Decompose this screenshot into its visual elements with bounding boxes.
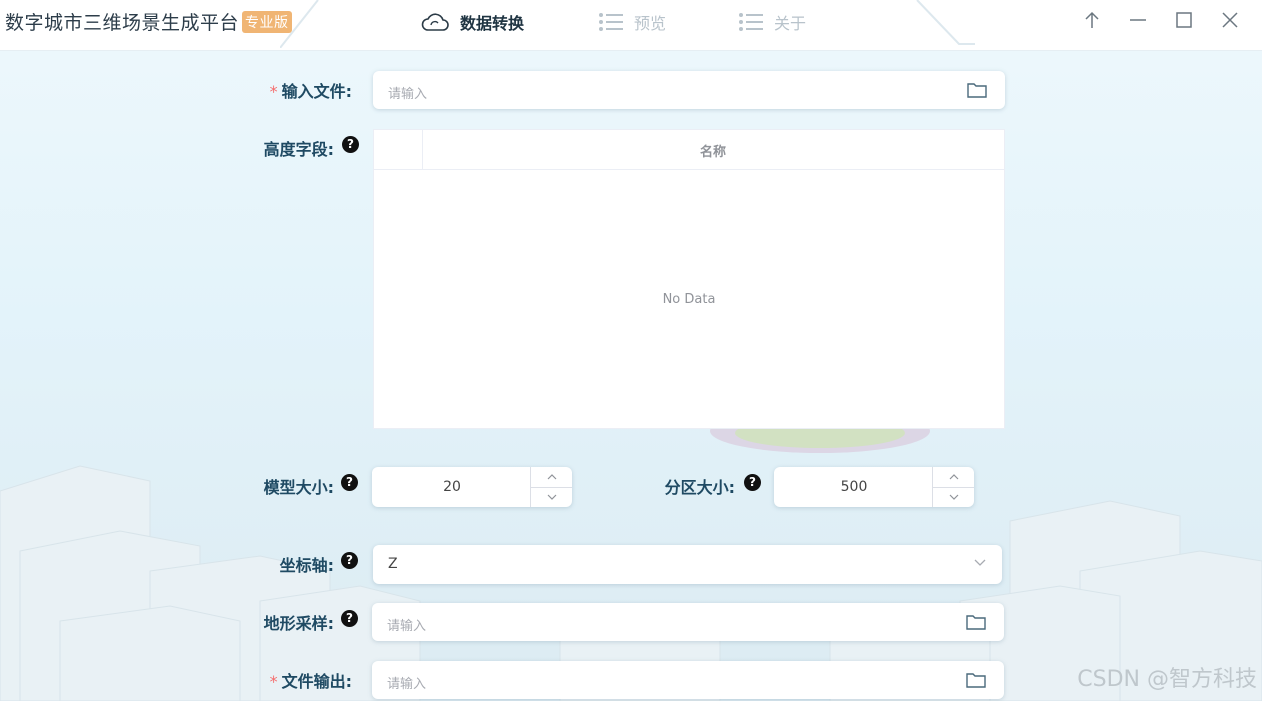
input-file-label-text: 输入文件: xyxy=(281,82,352,101)
chevron-up-icon xyxy=(547,474,556,480)
table-header: 名称 xyxy=(374,130,1004,170)
tab-label: 关于 xyxy=(774,14,807,33)
table-empty-text: No Data xyxy=(662,292,716,307)
list-icon xyxy=(739,13,763,31)
help-icon[interactable]: ? xyxy=(341,552,358,569)
file-output-label-text: 文件输出: xyxy=(281,672,352,691)
chevron-down-icon xyxy=(949,494,958,500)
axis-select[interactable]: Z xyxy=(373,545,1002,584)
app-title-text: 数字城市三维场景生成平台 xyxy=(5,12,240,34)
increase-button[interactable] xyxy=(933,467,974,488)
terrain-sampling-field[interactable]: 请输入 xyxy=(372,603,1004,641)
arrow-up-icon[interactable] xyxy=(1082,10,1102,30)
model-size-stepper[interactable]: 20 xyxy=(372,467,572,507)
tab-preview[interactable]: 预览 xyxy=(598,10,666,34)
maximize-icon[interactable] xyxy=(1174,10,1194,30)
title-bar: 数字城市三维场景生成平台 专业版 数据转换 预览 关于 xyxy=(0,0,1262,51)
help-icon[interactable]: ? xyxy=(341,610,358,627)
table-column-name: 名称 xyxy=(699,145,726,160)
stepper-controls xyxy=(932,467,974,507)
increase-button[interactable] xyxy=(531,467,572,488)
input-file-label: * 输入文件: xyxy=(212,78,352,102)
tab-strip-right-edge xyxy=(916,0,975,45)
model-size-value: 20 xyxy=(443,479,461,495)
close-icon[interactable] xyxy=(1220,10,1240,30)
help-icon[interactable]: ? xyxy=(341,474,358,491)
tab-about[interactable]: 关于 xyxy=(738,10,806,34)
terrain-sampling-placeholder: 请输入 xyxy=(387,619,427,634)
chevron-down-icon xyxy=(974,559,986,566)
help-icon[interactable]: ? xyxy=(342,136,359,153)
cloud-icon xyxy=(421,13,449,31)
folder-icon[interactable] xyxy=(966,614,986,630)
decrease-button[interactable] xyxy=(531,487,572,507)
decrease-button[interactable] xyxy=(933,487,974,507)
list-icon xyxy=(599,13,623,31)
stepper-controls xyxy=(530,467,572,507)
height-field-table: 名称 No Data xyxy=(373,129,1005,429)
input-file-placeholder: 请输入 xyxy=(388,87,428,102)
input-file-field[interactable]: 请输入 xyxy=(373,71,1005,109)
file-output-placeholder: 请输入 xyxy=(387,677,427,692)
help-icon[interactable]: ? xyxy=(744,474,761,491)
partition-size-stepper[interactable]: 500 xyxy=(774,467,974,507)
chevron-down-icon xyxy=(547,494,556,500)
chevron-up-icon xyxy=(949,474,958,480)
tab-data-conversion[interactable]: 数据转换 xyxy=(420,10,524,34)
folder-icon[interactable] xyxy=(967,82,987,98)
folder-icon[interactable] xyxy=(966,672,986,688)
tab-label: 预览 xyxy=(634,14,667,33)
file-output-field[interactable]: 请输入 xyxy=(372,661,1004,699)
table-select-column xyxy=(374,130,423,169)
minimize-icon[interactable] xyxy=(1128,10,1148,30)
model-size-label: 模型大小: xyxy=(263,478,334,497)
height-field-label: 高度字段: xyxy=(263,140,334,159)
axis-label: 坐标轴: xyxy=(279,556,334,575)
partition-size-value: 500 xyxy=(840,479,868,495)
terrain-sampling-label: 地形采样: xyxy=(263,614,334,633)
app-title: 数字城市三维场景生成平台 专业版 xyxy=(5,8,292,35)
file-output-label: * 文件输出: xyxy=(212,668,352,692)
required-mark: * xyxy=(269,672,278,691)
watermark: CSDN @智方科技 xyxy=(1077,667,1257,692)
partition-size-label: 分区大小: xyxy=(664,478,735,497)
axis-selected-value: Z xyxy=(388,556,398,572)
tab-strip-left-edge xyxy=(280,0,319,48)
window-controls xyxy=(1082,10,1240,30)
required-mark: * xyxy=(269,82,278,101)
tab-label: 数据转换 xyxy=(460,14,525,33)
